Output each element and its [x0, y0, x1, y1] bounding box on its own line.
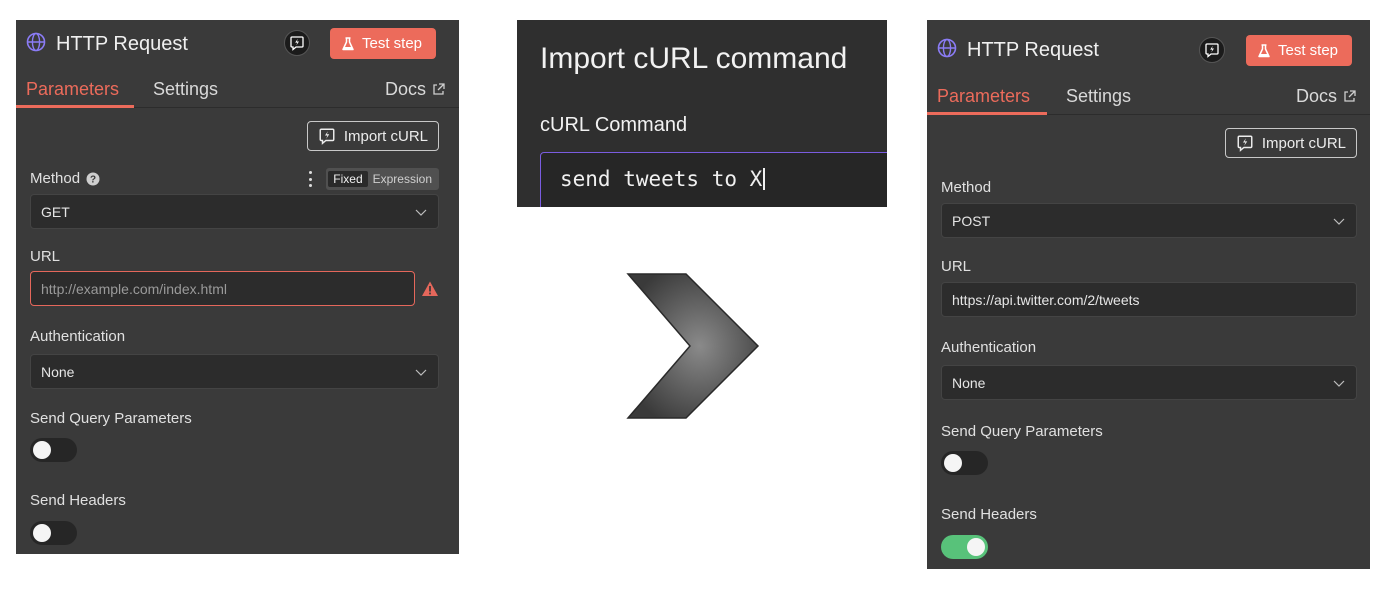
import-curl-button[interactable]: Import cURL: [306, 121, 439, 151]
text-caret: [763, 168, 766, 190]
send-headers-toggle[interactable]: [941, 535, 988, 559]
send-query-parameters-toggle[interactable]: [30, 438, 77, 462]
method-select[interactable]: POST: [941, 203, 1357, 238]
method-label-text: Method: [30, 170, 81, 187]
send-headers-label: Send Headers: [30, 492, 126, 509]
url-label: URL: [30, 248, 61, 265]
chevron-down-icon: [415, 369, 427, 376]
mode-expression[interactable]: Expression: [368, 171, 437, 187]
authentication-select[interactable]: None: [30, 354, 439, 389]
http-request-panel-after: HTTP Request Test step Parameters Settin…: [927, 20, 1370, 569]
authentication-label: Authentication: [30, 328, 126, 345]
http-request-panel-before: HTTP Request Test step Parameters Settin…: [16, 20, 459, 554]
test-step-label: Test step: [362, 35, 423, 52]
test-step-button[interactable]: Test step: [330, 28, 437, 59]
method-label: Method ?: [30, 170, 100, 187]
docs-link[interactable]: Docs: [1296, 85, 1356, 107]
send-query-parameters-label: Send Query Parameters: [30, 410, 192, 427]
import-curl-icon: [1237, 135, 1253, 152]
import-curl-modal: Import cURL command cURL Command send tw…: [517, 20, 887, 207]
node-title: HTTP Request: [967, 39, 1099, 61]
svg-text:?: ?: [90, 174, 96, 185]
tab-bar: Parameters Settings Docs: [16, 68, 459, 108]
globe-icon: [937, 38, 957, 58]
docs-label: Docs: [384, 79, 426, 99]
docs-label: Docs: [1295, 86, 1337, 106]
panel-header: HTTP Request Test step: [16, 20, 459, 68]
help-icon[interactable]: ?: [86, 172, 100, 186]
method-value: POST: [952, 212, 991, 229]
tab-bar: Parameters Settings Docs: [927, 75, 1370, 115]
panel-header: HTTP Request Test step: [927, 20, 1370, 72]
chevron-down-icon: [1333, 218, 1345, 225]
url-input[interactable]: https://api.twitter.com/2/tweets: [941, 282, 1357, 317]
url-label: URL: [941, 258, 972, 275]
chevron-down-icon: [1333, 380, 1345, 387]
send-headers-label: Send Headers: [941, 506, 1037, 523]
ai-assist-button[interactable]: [284, 30, 310, 56]
authentication-value: None: [41, 363, 75, 380]
flask-icon: [342, 36, 354, 50]
tab-parameters[interactable]: Parameters: [937, 85, 1030, 107]
globe-icon: [26, 32, 46, 52]
ai-bolt-icon: [290, 36, 304, 51]
curl-command-label: cURL Command: [540, 114, 688, 136]
authentication-label: Authentication: [941, 339, 1037, 356]
authentication-select[interactable]: None: [941, 365, 1357, 400]
import-curl-label: Import cURL: [1261, 134, 1346, 152]
node-title: HTTP Request: [56, 33, 188, 55]
import-curl-icon: [319, 128, 335, 145]
toggle-knob: [33, 441, 51, 459]
toggle-knob: [967, 538, 985, 556]
send-query-parameters-toggle[interactable]: [941, 451, 988, 475]
ai-assist-button[interactable]: [1199, 37, 1225, 63]
test-step-label: Test step: [1278, 42, 1339, 59]
transition-arrow-icon: [626, 273, 760, 419]
curl-command-input[interactable]: send tweets to X: [540, 152, 887, 207]
import-curl-button[interactable]: Import cURL: [1224, 128, 1357, 158]
tab-settings[interactable]: Settings: [1066, 85, 1131, 107]
send-headers-toggle[interactable]: [30, 521, 77, 545]
active-tab-indicator: [927, 112, 1047, 115]
external-link-icon: [1344, 89, 1356, 102]
external-link-icon: [433, 82, 445, 95]
modal-title: Import cURL command: [540, 42, 848, 75]
toggle-knob: [33, 524, 51, 542]
tab-parameters[interactable]: Parameters: [26, 78, 119, 100]
toggle-knob: [944, 454, 962, 472]
import-curl-label: Import cURL: [343, 127, 428, 145]
flask-icon: [1258, 43, 1270, 57]
value-mode-toggle: Fixed Expression: [326, 168, 439, 190]
active-tab-indicator: [16, 105, 134, 108]
test-step-button[interactable]: Test step: [1246, 35, 1353, 66]
url-input[interactable]: http://example.com/index.html: [30, 271, 415, 306]
ai-bolt-icon: [1205, 43, 1219, 58]
mode-fixed[interactable]: Fixed: [328, 171, 368, 187]
more-options-icon[interactable]: [309, 171, 313, 187]
docs-link[interactable]: Docs: [385, 78, 445, 100]
warning-icon: [422, 281, 438, 296]
method-value: GET: [41, 203, 70, 220]
method-select[interactable]: GET: [30, 194, 439, 229]
chevron-down-icon: [415, 209, 427, 216]
method-label: Method: [941, 179, 992, 196]
authentication-value: None: [952, 374, 986, 391]
tab-settings[interactable]: Settings: [153, 78, 218, 100]
curl-command-value: send tweets to X: [560, 167, 763, 191]
send-query-parameters-label: Send Query Parameters: [941, 423, 1103, 440]
